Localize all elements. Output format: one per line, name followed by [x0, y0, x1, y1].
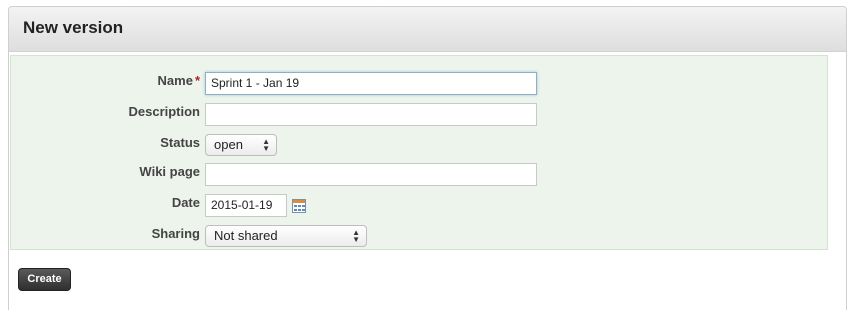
- panel-header: New version: [9, 7, 846, 52]
- calendar-icon[interactable]: [292, 199, 306, 213]
- status-selected-value: open: [214, 137, 243, 152]
- description-input[interactable]: [205, 103, 537, 126]
- wiki-page-input[interactable]: [205, 163, 537, 186]
- select-arrows-icon: ▲ ▼: [352, 228, 360, 244]
- sharing-label: Sharing: [151, 226, 200, 241]
- sharing-selected-value: Not shared: [214, 228, 278, 243]
- description-label: Description: [128, 104, 200, 119]
- sharing-select[interactable]: Not shared ▲ ▼: [205, 225, 367, 247]
- status-select[interactable]: open ▲ ▼: [205, 134, 277, 156]
- wiki-page-label: Wiki page: [139, 164, 200, 179]
- name-input[interactable]: Sprint 1 - Jan 19: [205, 72, 537, 95]
- page-title: New version: [23, 18, 124, 37]
- name-label: Name *: [157, 73, 200, 88]
- date-input[interactable]: 2015-01-19: [205, 194, 287, 217]
- select-arrows-icon: ▲ ▼: [262, 137, 270, 153]
- required-marker: *: [194, 73, 200, 88]
- date-label: Date: [171, 195, 200, 210]
- create-button[interactable]: Create: [18, 268, 71, 291]
- status-label: Status: [160, 135, 200, 150]
